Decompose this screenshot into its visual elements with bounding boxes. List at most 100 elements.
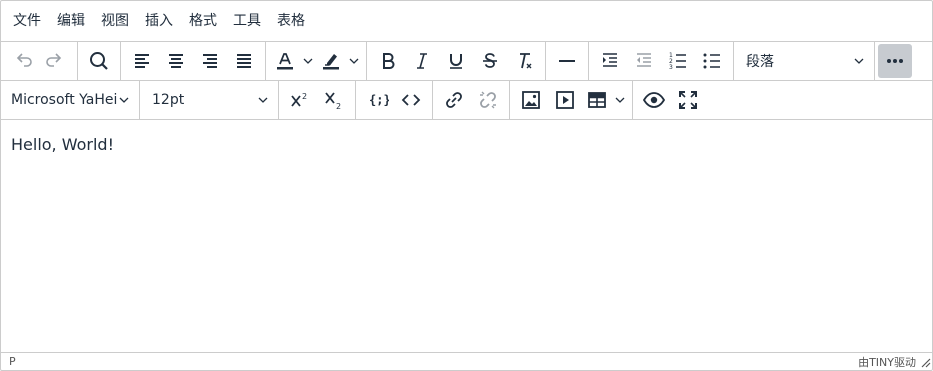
subscript-button[interactable]: 2 xyxy=(317,83,351,117)
font-family-value: Microsoft YaHei xyxy=(11,92,118,108)
fullscreen-icon xyxy=(679,91,697,109)
menu-tools[interactable]: 工具 xyxy=(225,7,269,35)
unlink-icon xyxy=(480,91,496,109)
remove-format-button[interactable] xyxy=(507,44,541,78)
table-dropdown[interactable] xyxy=(612,83,628,117)
link-button[interactable] xyxy=(437,83,471,117)
align-justify-icon xyxy=(237,54,251,68)
undo-button[interactable] xyxy=(5,44,39,78)
link-icon xyxy=(446,92,462,108)
table-splitbutton[interactable] xyxy=(582,83,628,117)
menu-file[interactable]: 文件 xyxy=(5,7,49,35)
underline-button[interactable] xyxy=(439,44,473,78)
horizontal-rule-button[interactable] xyxy=(550,44,584,78)
code-sample-icon: {;} xyxy=(369,93,389,107)
image-icon xyxy=(522,91,540,109)
align-right-button[interactable] xyxy=(193,44,227,78)
block-format-value: 段落 xyxy=(746,54,774,70)
italic-button[interactable] xyxy=(405,44,439,78)
font-size-value: 12pt xyxy=(152,92,185,108)
text-color-icon xyxy=(277,53,293,70)
undo-icon xyxy=(16,53,32,67)
outdent-icon xyxy=(637,53,651,67)
svg-text:2: 2 xyxy=(302,92,307,101)
search-group xyxy=(78,42,121,80)
highlight-button[interactable] xyxy=(316,44,346,78)
chevron-down-icon xyxy=(349,58,359,64)
numbered-list-button[interactable]: 123 xyxy=(661,44,695,78)
align-right-icon xyxy=(203,54,217,68)
image-button[interactable] xyxy=(514,83,548,117)
chevron-down-icon xyxy=(615,97,625,103)
branding-link[interactable]: 由TINY驱动 xyxy=(858,354,916,370)
menu-format[interactable]: 格式 xyxy=(181,7,225,35)
svg-text:3: 3 xyxy=(669,64,673,71)
ordered-list-icon: 123 xyxy=(669,52,686,71)
bold-icon xyxy=(383,53,395,69)
block-format-group: 段落 xyxy=(734,42,875,80)
font-size-select[interactable]: 12pt xyxy=(144,83,274,117)
resize-handle-icon[interactable] xyxy=(918,355,932,369)
content-paragraph: Hello, World! xyxy=(11,135,114,154)
media-group xyxy=(510,81,633,119)
menu-table[interactable]: 表格 xyxy=(269,7,313,35)
element-path[interactable]: P xyxy=(9,355,16,368)
indent-button[interactable] xyxy=(593,44,627,78)
menu-edit[interactable]: 编辑 xyxy=(49,7,93,35)
hr-group xyxy=(546,42,589,80)
align-left-icon xyxy=(135,54,149,68)
view-group xyxy=(633,81,709,119)
preview-button[interactable] xyxy=(637,83,671,117)
search-replace-button[interactable] xyxy=(82,44,116,78)
more-button[interactable] xyxy=(878,44,912,78)
chevron-down-icon xyxy=(119,97,129,103)
svg-text:2: 2 xyxy=(336,102,341,111)
svg-text:{;}: {;} xyxy=(369,93,389,107)
source-code-button[interactable] xyxy=(394,83,428,117)
unlink-button[interactable] xyxy=(471,83,505,117)
remove-format-icon xyxy=(520,53,532,69)
text-color-dropdown[interactable] xyxy=(300,44,316,78)
bullet-list-button[interactable] xyxy=(695,44,729,78)
link-group xyxy=(433,81,510,119)
superscript-button[interactable]: 2 xyxy=(283,83,317,117)
table-button[interactable] xyxy=(582,83,612,117)
statusbar: P 由TINY驱动 xyxy=(1,352,932,370)
toolbar-row-1: 123 段落 xyxy=(1,41,932,80)
subscript-icon: 2 xyxy=(325,92,341,111)
editor-content[interactable]: Hello, World! xyxy=(1,119,932,351)
menubar: 文件 编辑 视图 插入 格式 工具 表格 xyxy=(1,1,932,41)
italic-icon xyxy=(417,53,427,69)
align-justify-button[interactable] xyxy=(227,44,261,78)
rich-text-editor: 文件 编辑 视图 插入 格式 工具 表格 1 2 3 段落 Microsoft … xyxy=(0,0,933,371)
redo-button[interactable] xyxy=(39,44,73,78)
align-center-button[interactable] xyxy=(159,44,193,78)
indent-icon xyxy=(603,53,617,67)
bullet-list-icon xyxy=(703,53,720,69)
more-icon xyxy=(887,59,903,63)
bold-button[interactable] xyxy=(371,44,405,78)
source-code-icon xyxy=(401,94,421,106)
fullscreen-button[interactable] xyxy=(671,83,705,117)
color-group xyxy=(266,42,367,80)
statusbar-right: 由TINY驱动 xyxy=(858,354,932,370)
strikethrough-button[interactable] xyxy=(473,44,507,78)
align-left-button[interactable] xyxy=(125,44,159,78)
media-button[interactable] xyxy=(548,83,582,117)
outdent-button[interactable] xyxy=(627,44,661,78)
table-icon xyxy=(588,92,606,108)
strikethrough-icon xyxy=(483,53,497,68)
format-group xyxy=(367,42,546,80)
menu-view[interactable]: 视图 xyxy=(93,7,137,35)
block-format-select[interactable]: 段落 xyxy=(738,44,870,78)
highlight-splitbutton[interactable] xyxy=(316,44,362,78)
code-sample-button[interactable]: {;} xyxy=(360,83,394,117)
highlight-icon xyxy=(323,54,339,70)
font-family-select[interactable]: Microsoft YaHei xyxy=(5,83,135,117)
toolbar-row-2: Microsoft YaHei 12pt 2 2 {;} xyxy=(1,80,932,119)
text-color-splitbutton[interactable] xyxy=(270,44,316,78)
highlight-dropdown[interactable] xyxy=(346,44,362,78)
chevron-down-icon xyxy=(258,97,268,103)
text-color-button[interactable] xyxy=(270,44,300,78)
menu-insert[interactable]: 插入 xyxy=(137,7,181,35)
